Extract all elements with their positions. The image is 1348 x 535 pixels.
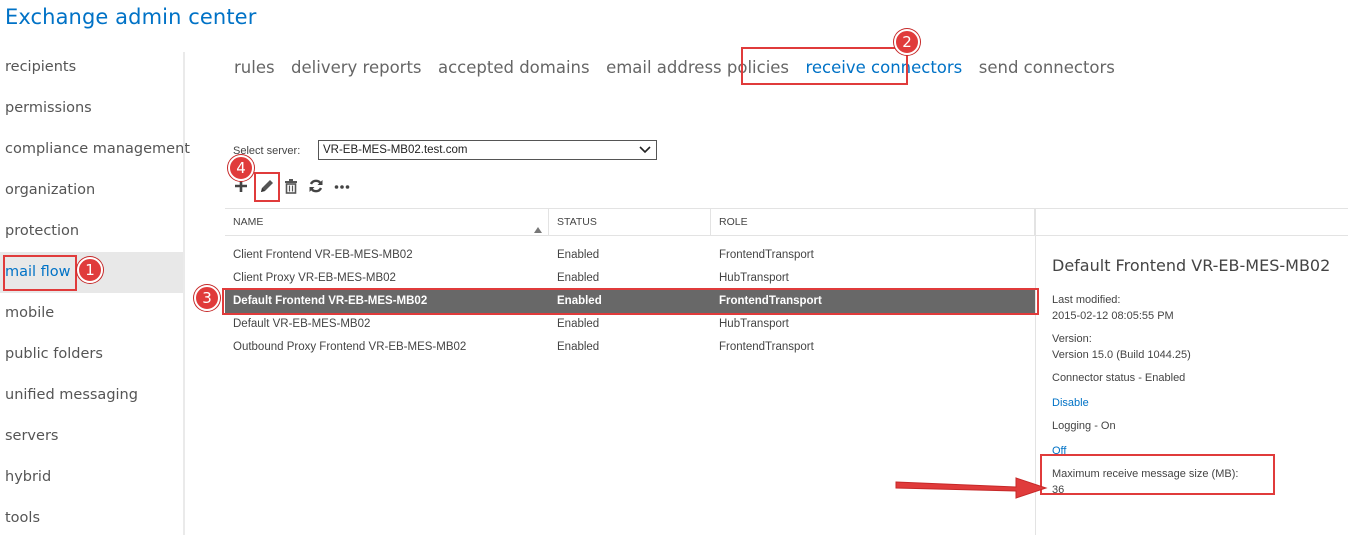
tab-bar: rules delivery reports accepted domains … [234, 58, 1127, 78]
delete-icon[interactable] [282, 176, 300, 196]
arrow-icon [895, 477, 1048, 499]
more-icon[interactable] [333, 176, 351, 196]
version-value: Version 15.0 (Build 1044.25) [1052, 349, 1191, 361]
chevron-down-icon [638, 143, 652, 157]
table-row[interactable]: Default VR-EB-MES-MB02 Enabled HubTransp… [225, 313, 1036, 336]
sidebar-item-protection[interactable]: protection [0, 211, 183, 252]
logging-status: Logging - On [1052, 420, 1116, 432]
column-header-role-label: ROLE [719, 216, 748, 228]
row-name: Client Frontend VR-EB-MES-MB02 [233, 249, 413, 261]
logging-off-link[interactable]: Off [1052, 443, 1066, 459]
row-status: Enabled [557, 249, 600, 261]
max-message-size-label: Maximum receive message size (MB): [1052, 468, 1239, 480]
step-badge-1: 1 [77, 257, 103, 283]
step-badge-4: 4 [228, 155, 254, 181]
column-header-role[interactable]: ROLE [711, 209, 1035, 235]
server-select[interactable]: VR-EB-MES-MB02.test.com [318, 140, 657, 160]
sidebar-item-recipients[interactable]: recipients [0, 47, 183, 88]
sidebar-divider [183, 52, 185, 535]
row-status: Enabled [557, 318, 600, 330]
last-modified-value: 2015-02-12 08:05:55 PM [1052, 310, 1174, 322]
row-name: Client Proxy VR-EB-MES-MB02 [233, 272, 396, 284]
step-badge-2: 2 [894, 29, 920, 55]
table-row[interactable]: Client Proxy VR-EB-MES-MB02 Enabled HubT… [225, 267, 1036, 290]
column-header-name-label: NAME [233, 216, 264, 228]
row-role: HubTransport [719, 272, 789, 284]
details-header-strip [1036, 208, 1348, 236]
step-badge-3: 3 [194, 285, 220, 311]
server-select-value: VR-EB-MES-MB02.test.com [323, 144, 468, 156]
grid-header: NAME STATUS ROLE [225, 208, 1036, 236]
last-modified-label: Last modified: [1052, 294, 1121, 306]
sidebar-nav: recipients permissions compliance manage… [0, 47, 190, 535]
details-title: Default Frontend VR-EB-MES-MB02 [1052, 256, 1331, 275]
sidebar-item-hybrid[interactable]: hybrid [0, 457, 183, 498]
tab-email-address-policies[interactable]: email address policies [606, 58, 789, 78]
row-name: Outbound Proxy Frontend VR-EB-MES-MB02 [233, 341, 467, 353]
tab-receive-connectors[interactable]: receive connectors [805, 58, 962, 78]
sidebar-item-tools[interactable]: tools [0, 498, 183, 535]
edit-icon[interactable] [257, 176, 275, 196]
tab-rules[interactable]: rules [234, 58, 275, 78]
sidebar-item-public-folders[interactable]: public folders [0, 334, 183, 375]
row-status: Enabled [557, 272, 600, 284]
column-header-status[interactable]: STATUS [549, 209, 711, 235]
table-row-selected[interactable]: Default Frontend VR-EB-MES-MB02 Enabled … [225, 290, 1036, 313]
row-role: FrontendTransport [719, 295, 822, 307]
version-label: Version: [1052, 333, 1092, 345]
details-pane: Default Frontend VR-EB-MES-MB02 Last mod… [1052, 250, 1342, 498]
sidebar-item-servers[interactable]: servers [0, 416, 183, 457]
tab-send-connectors[interactable]: send connectors [979, 58, 1115, 78]
row-status: Enabled [557, 341, 600, 353]
table-row[interactable]: Outbound Proxy Frontend VR-EB-MES-MB02 E… [225, 336, 1036, 359]
sidebar-item-compliance-management[interactable]: compliance management [0, 129, 190, 170]
connector-status: Connector status - Enabled [1052, 372, 1186, 384]
disable-link[interactable]: Disable [1052, 395, 1089, 411]
column-header-status-label: STATUS [557, 216, 597, 228]
row-status: Enabled [557, 295, 602, 307]
sidebar-item-mobile[interactable]: mobile [0, 293, 183, 334]
refresh-icon[interactable] [307, 176, 325, 196]
tab-delivery-reports[interactable]: delivery reports [291, 58, 422, 78]
sidebar-item-unified-messaging[interactable]: unified messaging [0, 375, 183, 416]
app-title: Exchange admin center [5, 5, 257, 29]
row-role: FrontendTransport [719, 341, 814, 353]
row-role: FrontendTransport [719, 249, 814, 261]
tab-accepted-domains[interactable]: accepted domains [438, 58, 590, 78]
row-role: HubTransport [719, 318, 789, 330]
max-message-size-value: 36 [1052, 484, 1065, 496]
sort-ascending-icon [534, 218, 542, 233]
sidebar-item-permissions[interactable]: permissions [0, 88, 183, 129]
sidebar-item-organization[interactable]: organization [0, 170, 183, 211]
table-row[interactable]: Client Frontend VR-EB-MES-MB02 Enabled F… [225, 244, 1036, 267]
column-header-name[interactable]: NAME [225, 209, 549, 235]
row-name: Default VR-EB-MES-MB02 [233, 318, 371, 330]
row-name: Default Frontend VR-EB-MES-MB02 [233, 295, 428, 307]
